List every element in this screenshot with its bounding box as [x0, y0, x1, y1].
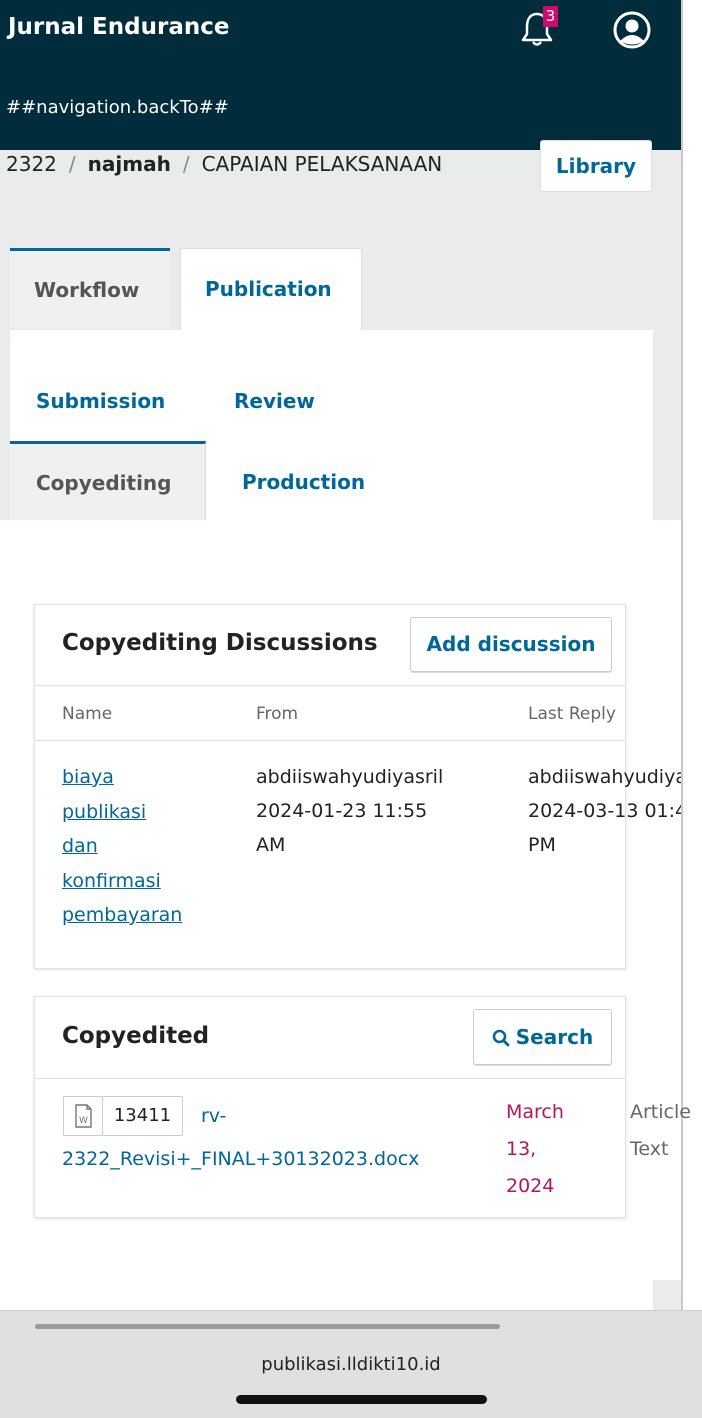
- tab-copyediting[interactable]: Copyediting: [10, 441, 206, 523]
- app-header: Jurnal Endurance ##navigation.backTo## 3: [0, 0, 681, 150]
- divider: [35, 685, 625, 686]
- search-button[interactable]: Search: [473, 1009, 612, 1065]
- breadcrumb-author: najmah: [87, 152, 171, 176]
- divider: [35, 1078, 625, 1079]
- breadcrumb-separator: /: [68, 152, 76, 176]
- column-header-from: From: [256, 704, 299, 724]
- search-button-label: Search: [515, 1025, 594, 1049]
- tab-submission[interactable]: Submission: [36, 389, 165, 413]
- column-header-last-reply: Last Reply: [528, 704, 616, 724]
- search-icon: [492, 1029, 510, 1047]
- tab-workflow[interactable]: Workflow: [10, 248, 170, 328]
- file-type: Article Text: [630, 1101, 691, 1160]
- stage-content-footer: [0, 1280, 653, 1310]
- browser-url[interactable]: publikasi.lldikti10.id: [0, 1354, 702, 1375]
- file-link[interactable]: rv-: [201, 1097, 226, 1135]
- tab-review[interactable]: Review: [234, 389, 315, 413]
- horizontal-scrollbar[interactable]: [35, 1324, 500, 1329]
- svg-text:W: W: [79, 1116, 88, 1126]
- discussion-from: abdiiswahyudiyasril 2024-01-23 11:55 AM: [256, 766, 444, 856]
- discussion-link[interactable]: biaya publikasi dan konfirmasi pembayara…: [62, 760, 182, 933]
- home-indicator[interactable]: [236, 1395, 487, 1404]
- file-link[interactable]: 2322_Revisi+_FINAL+30132023.docx: [62, 1140, 419, 1178]
- copyedited-title: Copyedited: [62, 1023, 210, 1049]
- tab-publication[interactable]: Publication: [180, 248, 362, 330]
- browser-bottom-bar: publikasi.lldikti10.id: [0, 1310, 702, 1418]
- divider: [35, 740, 625, 741]
- back-link[interactable]: ##navigation.backTo##: [6, 97, 229, 118]
- word-document-icon: W: [63, 1096, 103, 1136]
- breadcrumb-title: CAPAIAN PELAKSANAAN: [201, 152, 443, 176]
- column-header-name: Name: [62, 704, 113, 724]
- breadcrumb: 2322 / najmah / CAPAIAN PELAKSANAAN: [6, 152, 442, 176]
- file-id-badge: 13411: [103, 1096, 183, 1136]
- breadcrumb-id: 2322: [6, 152, 57, 176]
- discussions-title: Copyediting Discussions: [62, 630, 378, 656]
- notification-badge: 3: [543, 6, 558, 27]
- add-discussion-button[interactable]: Add discussion: [410, 617, 612, 672]
- user-icon[interactable]: [612, 10, 652, 50]
- file-date: March 13, 2024: [506, 1101, 564, 1197]
- library-button[interactable]: Library: [540, 140, 652, 192]
- discussion-last-reply: abdiiswahyudiyasril 2024-03-13 01:4 PM: [528, 766, 681, 856]
- breadcrumb-separator: /: [182, 152, 190, 176]
- tab-production[interactable]: Production: [242, 470, 365, 494]
- journal-title[interactable]: Jurnal Endurance: [8, 14, 229, 40]
